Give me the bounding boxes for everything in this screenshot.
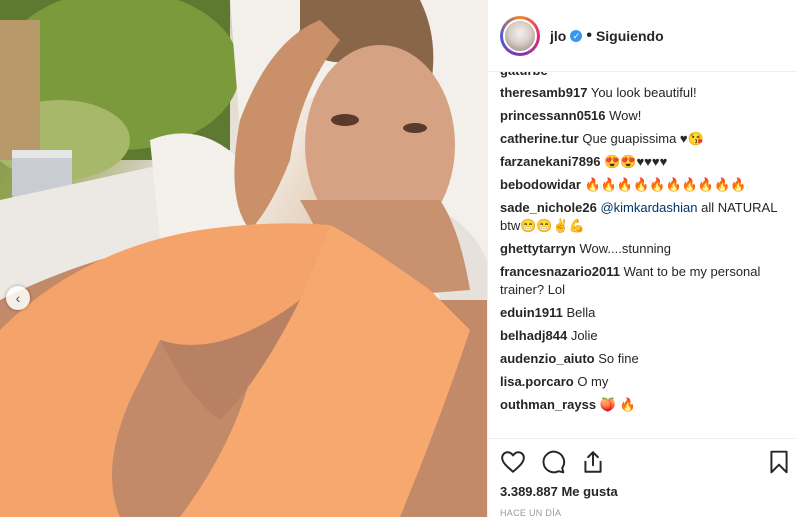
comment-username[interactable]: princessann0516 [500, 108, 606, 123]
comment-text: Bella [566, 305, 596, 320]
comment-item: catherine.tur Que guapissima ♥😘 [500, 130, 792, 148]
comment-item: eduin1911 Bella [500, 304, 792, 322]
likes-count[interactable]: 3.389.887 Me gusta [500, 484, 618, 499]
post-sidebar: jlo ✓ • Siguiendo gaturbe theresamb917 Y… [487, 0, 797, 518]
partial-comment-row: gaturbe [500, 72, 792, 80]
comment-username[interactable]: francesnazario2011 [500, 264, 620, 279]
comment-username[interactable]: lisa.porcaro [500, 374, 574, 389]
partial-comment-text: gaturbe [500, 72, 792, 78]
comment-username[interactable]: farzanekani7896 [500, 154, 600, 169]
avatar-image [503, 18, 537, 53]
comment-text: 😍😍♥♥♥♥ [604, 154, 668, 169]
share-button[interactable] [580, 449, 606, 475]
comments-list[interactable]: gaturbe theresamb917 You look beautiful!… [500, 72, 792, 438]
comment-icon [542, 450, 566, 474]
comment-item: belhadj844 Jolie [500, 327, 792, 345]
comment-item: theresamb917 You look beautiful! [500, 84, 792, 102]
comment-item: francesnazario2011 Want to be my persona… [500, 263, 792, 299]
comment-item: audenzio_aiuto So fine [500, 350, 792, 368]
following-button[interactable]: Siguiendo [596, 28, 664, 44]
comment-text: O my [577, 374, 609, 389]
comment-item: ghettytarryn Wow....stunning [500, 240, 792, 258]
post-header: jlo ✓ • Siguiendo [488, 0, 797, 72]
share-icon [584, 451, 602, 473]
comment-item: farzanekani7896 😍😍♥♥♥♥ [500, 153, 792, 171]
carousel-prev-button[interactable]: ‹ [6, 286, 30, 310]
comment-username[interactable]: audenzio_aiuto [500, 351, 595, 366]
comment-item: sade_nichole26 @kimkardashian all NATURA… [500, 199, 792, 235]
comment-item: lisa.porcaro O my [500, 373, 792, 391]
comment-text: Que guapissima ♥😘 [582, 131, 704, 146]
comment-username[interactable]: theresamb917 [500, 85, 587, 100]
photo-illustration [0, 0, 487, 517]
comment-text: Wow....stunning [579, 241, 672, 256]
username-link[interactable]: jlo [550, 28, 566, 44]
comment-username[interactable]: bebodowidar [500, 177, 581, 192]
avatar[interactable] [500, 15, 540, 56]
comment-username[interactable]: ghettytarryn [500, 241, 576, 256]
comment-text: Jolie [570, 328, 598, 343]
chevron-left-icon: ‹ [15, 290, 21, 306]
post-actions [488, 438, 797, 486]
comment-text: You look beautiful! [590, 85, 697, 100]
comment-text: 🔥🔥🔥🔥🔥🔥🔥🔥🔥🔥 [584, 177, 747, 192]
like-button[interactable] [500, 449, 526, 475]
comment-item: princessann0516 Wow! [500, 107, 792, 125]
comment-text: Wow! [609, 108, 642, 123]
bookmark-icon [770, 450, 788, 474]
comment-mention-link[interactable]: @kimkardashian [600, 200, 697, 215]
comment-username[interactable]: eduin1911 [500, 305, 563, 320]
comment-username[interactable]: outhman_rayss [500, 397, 596, 412]
comment-item: bebodowidar 🔥🔥🔥🔥🔥🔥🔥🔥🔥🔥 [500, 176, 792, 194]
comment-button[interactable] [540, 449, 566, 475]
comment-username[interactable]: catherine.tur [500, 131, 579, 146]
verified-icon: ✓ [570, 29, 583, 42]
comment-item: outhman_rayss 🍑 🔥 [500, 396, 792, 414]
comment-username[interactable]: sade_nichole26 [500, 200, 597, 215]
comment-text: 🍑 🔥 [599, 397, 636, 412]
heart-icon [501, 451, 525, 473]
separator-dot: • [586, 26, 592, 44]
post-photo[interactable]: ‹ [0, 0, 487, 517]
comment-username[interactable]: belhadj844 [500, 328, 567, 343]
comment-text: So fine [598, 351, 639, 366]
save-button[interactable] [766, 449, 792, 475]
